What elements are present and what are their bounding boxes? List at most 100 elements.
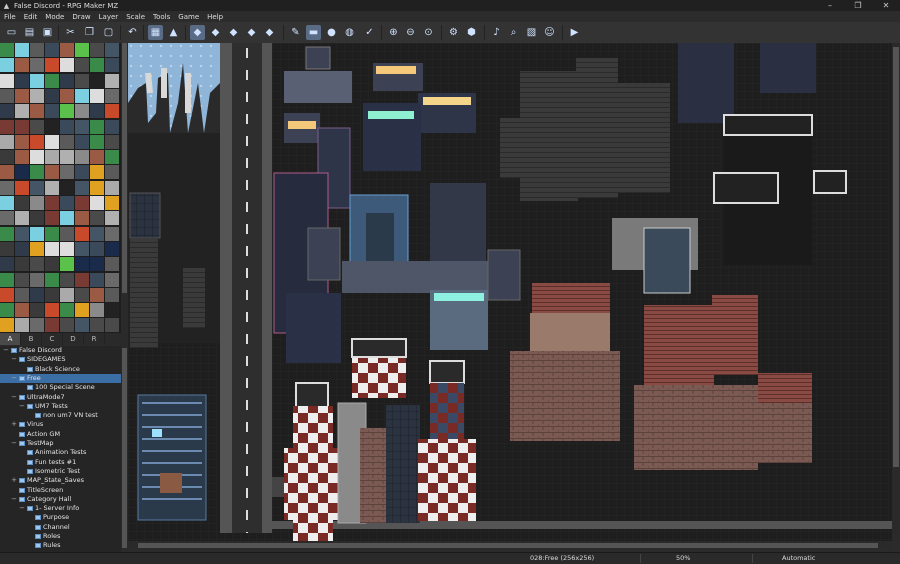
tileset-tile[interactable]	[105, 211, 119, 226]
tileset-tile[interactable]	[90, 211, 104, 226]
tileset-tile[interactable]	[45, 73, 59, 88]
tileset-tile[interactable]	[60, 58, 74, 73]
palette-scrollbar[interactable]	[121, 43, 128, 333]
tileset-tile[interactable]	[15, 257, 29, 272]
tileset-tile[interactable]	[15, 318, 29, 333]
tileset-tile[interactable]	[0, 58, 14, 73]
paste-icon[interactable]: ▢	[101, 25, 116, 40]
menu-game[interactable]: Game	[174, 13, 203, 21]
map-tree-item[interactable]: Channel	[0, 523, 121, 532]
map-tree-item[interactable]: − False Discord	[0, 346, 121, 355]
map-tree-item[interactable]: − UltraMode7	[0, 393, 121, 402]
expand-toggle-icon[interactable]: +	[10, 420, 18, 429]
map-tree-item[interactable]: Rules	[0, 541, 121, 550]
tileset-tile[interactable]	[60, 196, 74, 210]
tileset-tile[interactable]	[30, 88, 44, 103]
menu-draw[interactable]: Draw	[68, 13, 94, 21]
event-searcher-button[interactable]: ⌕	[506, 25, 521, 40]
tileset-tile[interactable]	[0, 241, 14, 256]
tileset-tile[interactable]	[105, 196, 119, 210]
pencil-icon[interactable]: ✎	[288, 25, 303, 40]
tileset-tile[interactable]	[45, 318, 59, 333]
tileset-tile[interactable]	[90, 150, 104, 165]
tileset-tile[interactable]	[75, 134, 89, 149]
tileset-tile[interactable]	[75, 165, 89, 180]
tileset-tile[interactable]	[15, 272, 29, 287]
tileset-tile[interactable]	[60, 287, 74, 302]
expand-toggle-icon[interactable]: −	[10, 495, 18, 504]
tileset-tile[interactable]	[75, 303, 89, 318]
menu-scale[interactable]: Scale	[122, 13, 149, 21]
tileset-tile[interactable]	[30, 165, 44, 180]
tileset-tile[interactable]	[60, 150, 74, 165]
tileset-tile[interactable]	[45, 287, 59, 302]
tileset-tile[interactable]	[105, 272, 119, 287]
tileset-tile[interactable]	[0, 196, 14, 210]
tileset-tile[interactable]	[30, 211, 44, 226]
expand-toggle-icon[interactable]: −	[18, 504, 26, 513]
tileset-tile[interactable]	[105, 43, 119, 57]
menu-file[interactable]: File	[0, 13, 20, 21]
tileset-tile[interactable]	[75, 180, 89, 195]
tileset-tile[interactable]	[30, 119, 44, 134]
map-tree-item[interactable]: 100 Special Scene	[0, 383, 121, 392]
tileset-tile[interactable]	[45, 211, 59, 226]
expand-toggle-icon[interactable]: +	[10, 476, 18, 485]
tileset-palette[interactable]	[0, 43, 121, 333]
tileset-tile[interactable]	[75, 211, 89, 226]
tileset-tile[interactable]	[90, 134, 104, 149]
tileset-tile[interactable]	[0, 318, 14, 333]
tileset-tile[interactable]	[105, 119, 119, 134]
layer-4-button[interactable]: ◆	[262, 25, 277, 40]
map-tree-item[interactable]: Roles	[0, 532, 121, 541]
tileset-tile[interactable]	[15, 165, 29, 180]
tileset-tile[interactable]	[75, 196, 89, 210]
zoom-actual-icon[interactable]: ⊙	[421, 25, 436, 40]
tileset-tile[interactable]	[30, 287, 44, 302]
tileset-tile[interactable]	[0, 180, 14, 195]
tileset-tile[interactable]	[105, 104, 119, 119]
tileset-tile[interactable]	[105, 58, 119, 73]
tileset-tile[interactable]	[90, 73, 104, 88]
tileset-tile[interactable]	[60, 226, 74, 241]
map-hscroll-thumb[interactable]	[138, 543, 878, 548]
tileset-tile[interactable]	[90, 241, 104, 256]
tileset-tile[interactable]	[75, 241, 89, 256]
tileset-tile[interactable]	[0, 150, 14, 165]
tileset-tile[interactable]	[0, 134, 14, 149]
tileset-tile[interactable]	[90, 318, 104, 333]
map-mode-button[interactable]: ▦	[148, 25, 163, 40]
tree-scroll-thumb[interactable]	[122, 348, 127, 548]
copy-icon[interactable]: ❐	[82, 25, 97, 40]
tileset-tile[interactable]	[45, 104, 59, 119]
tileset-tile[interactable]	[75, 119, 89, 134]
map-tree-item[interactable]: − Free	[0, 373, 121, 383]
ellipse-icon[interactable]: ●	[324, 25, 339, 40]
tileset-tile[interactable]	[75, 287, 89, 302]
tileset-tile[interactable]	[105, 165, 119, 180]
tileset-tile[interactable]	[45, 58, 59, 73]
tileset-tile[interactable]	[15, 119, 29, 134]
tileset-tile[interactable]	[30, 303, 44, 318]
event-mode-button[interactable]: ▲	[166, 25, 181, 40]
database-icon[interactable]: ⚙	[446, 25, 461, 40]
tileset-tile[interactable]	[75, 88, 89, 103]
tileset-tile[interactable]	[0, 43, 14, 57]
tileset-tile[interactable]	[45, 272, 59, 287]
tileset-tile[interactable]	[90, 196, 104, 210]
fill-icon[interactable]: ◍	[342, 25, 357, 40]
open-project-button[interactable]: ▤	[22, 25, 37, 40]
tileset-tile[interactable]	[0, 88, 14, 103]
tileset-tile[interactable]	[15, 196, 29, 210]
tileset-tile[interactable]	[45, 119, 59, 134]
minimize-icon[interactable]: –	[816, 0, 844, 11]
tileset-tile[interactable]	[15, 88, 29, 103]
tileset-tile[interactable]	[30, 257, 44, 272]
tileset-tile[interactable]	[90, 272, 104, 287]
tileset-tile[interactable]	[105, 88, 119, 103]
tileset-tile[interactable]	[30, 150, 44, 165]
map-tree-item[interactable]: Fun tests #1	[0, 458, 121, 467]
tileset-tile[interactable]	[45, 180, 59, 195]
plugin-manager-button[interactable]: ⬢	[464, 25, 479, 40]
tileset-tile[interactable]	[60, 104, 74, 119]
